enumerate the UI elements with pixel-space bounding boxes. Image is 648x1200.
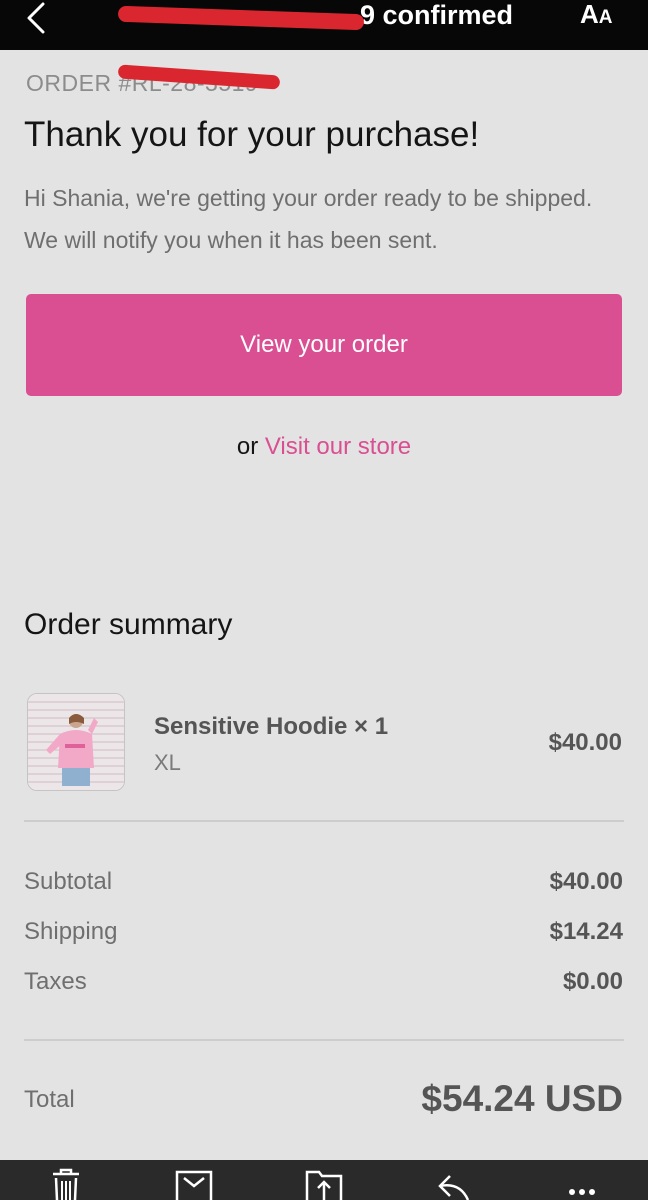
item-name: Sensitive Hoodie × 1 (154, 713, 389, 740)
taxes-value: $0.00 (562, 968, 623, 995)
order-summary-title: Order summary (24, 608, 233, 641)
move-to-folder-icon (305, 1170, 343, 1200)
reply-icon (438, 1175, 470, 1200)
shipping-label: Shipping (24, 918, 118, 945)
archive-button[interactable] (172, 1168, 216, 1200)
back-button[interactable] (16, 0, 56, 36)
more-icon (569, 1189, 595, 1195)
chevron-left-icon (27, 2, 45, 34)
visit-store-link[interactable]: Visit our store (265, 433, 411, 460)
subtotal-value: $40.00 (549, 868, 623, 895)
or-text: or (236, 433, 259, 460)
taxes-label: Taxes (24, 968, 87, 995)
reply-button[interactable] (432, 1168, 476, 1200)
shipping-value: $14.24 (549, 918, 623, 945)
item-price: $40.00 (548, 729, 622, 756)
move-button[interactable] (302, 1168, 346, 1200)
greeting-text: Hi Shania, we're getting your order read… (24, 185, 593, 253)
view-order-button[interactable]: View your order (26, 294, 622, 396)
divider (24, 820, 624, 822)
text-size-small-glyph: A (598, 7, 613, 28)
item-variant: XL (154, 750, 181, 775)
total-value: $54.24 USD (421, 1078, 623, 1119)
divider (24, 1039, 624, 1041)
top-bar: 9 confirmed AA (0, 0, 648, 50)
total-label: Total (24, 1086, 75, 1113)
archive-icon (175, 1170, 213, 1200)
email-subject-text: 9 confirmed (360, 0, 514, 30)
page-title: Thank you for your purchase! (24, 115, 480, 154)
subtotal-label: Subtotal (24, 868, 113, 895)
hoodie-photo (28, 694, 124, 790)
trash-icon (53, 1168, 79, 1200)
more-button[interactable] (560, 1168, 604, 1200)
text-size-button[interactable]: AA (580, 0, 624, 30)
text-size-large-glyph: A (580, 0, 599, 29)
product-thumbnail (27, 693, 125, 791)
delete-button[interactable] (44, 1168, 88, 1200)
store-link-line: or Visit our store (0, 431, 648, 463)
bottom-toolbar (0, 1160, 648, 1200)
